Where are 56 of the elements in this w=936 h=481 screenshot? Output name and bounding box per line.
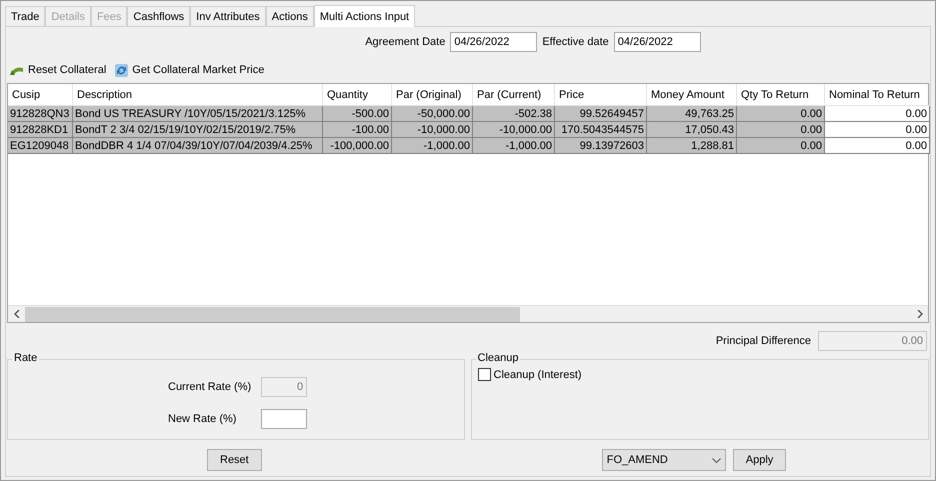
date-field[interactable]: 04/26/2022 xyxy=(450,32,538,52)
table-cell: -500.00 xyxy=(323,106,392,122)
checkbox-label: Cleanup (Interest) xyxy=(494,368,582,380)
table-cell[interactable]: 0.00 xyxy=(825,106,930,122)
table-cell: 1,288.81 xyxy=(647,138,737,154)
tab[interactable]: Inv Attributes xyxy=(190,6,266,26)
table-cell: -1,000.00 xyxy=(473,138,555,154)
current-rate-label: Current Rate (%) xyxy=(168,381,252,393)
date-field[interactable]: 04/26/2022 xyxy=(614,32,701,52)
table-cell: 17,050.43 xyxy=(647,122,737,138)
reset-button[interactable]: Reset xyxy=(207,449,262,471)
table-cell: -10,000.00 xyxy=(392,122,473,138)
table-cell: EG1209048 xyxy=(8,138,73,154)
table-cell: -502.38 xyxy=(473,106,555,122)
date-label: Agreement Date xyxy=(365,36,446,48)
table-cell: -100,000.00 xyxy=(323,138,392,154)
table-cell: -10,000.00 xyxy=(473,122,555,138)
table-cell: -1,000.00 xyxy=(392,138,473,154)
table-cell: 912828KD1 xyxy=(8,122,73,138)
tab[interactable]: Cashflows xyxy=(127,6,190,26)
group-title: Cleanup xyxy=(476,352,520,364)
tab[interactable]: Actions xyxy=(266,6,314,26)
table-cell: Bond US TREASURY /10Y/05/15/2021/3.125% xyxy=(73,106,323,122)
new-rate-label: New Rate (%) xyxy=(168,413,238,425)
refresh-icon xyxy=(114,62,130,78)
table-cell: -50,000.00 xyxy=(392,106,473,122)
table-cell: 99.13972603 xyxy=(555,138,647,154)
current-rate-field: 0 xyxy=(261,377,308,397)
table-cell: 0.00 xyxy=(737,106,825,122)
checkbox[interactable] xyxy=(478,368,490,381)
table-cell: BondDBR 4 1/4 07/04/39/10Y/07/04/2039/4.25% xyxy=(73,138,323,154)
table-cell: 170.5043544575 xyxy=(555,122,647,138)
table-cell: 0.00 xyxy=(737,138,825,154)
tab[interactable]: Trade xyxy=(5,6,46,26)
scroll-right-icon[interactable] xyxy=(916,310,922,318)
new-rate-field[interactable] xyxy=(261,409,308,429)
tab[interactable]: Multi Actions Input xyxy=(314,5,416,27)
toolbar-button[interactable]: Get Collateral Market Price xyxy=(114,62,264,78)
date-label: Effective date xyxy=(542,36,609,48)
principal-difference-field: 0.00 xyxy=(818,331,927,351)
table-cell: BondT 2 3/4 02/15/19/10Y/02/15/2019/2.75% xyxy=(73,122,323,138)
horizontal-scrollbar[interactable] xyxy=(8,305,928,322)
group-title: Rate xyxy=(12,352,40,364)
action-dropdown[interactable]: FO_AMEND xyxy=(602,449,726,471)
chevron-down-icon xyxy=(712,458,721,462)
table-cell[interactable]: 0.00 xyxy=(825,138,930,154)
table-cell: 0.00 xyxy=(737,122,825,138)
table-cell: 912828QN3 xyxy=(8,106,73,122)
table-cell: 49,763.25 xyxy=(647,106,737,122)
table-cell[interactable]: 0.00 xyxy=(825,122,930,138)
table-cell: 99.52649457 xyxy=(555,106,647,122)
apply-button[interactable]: Apply xyxy=(732,449,786,471)
scroll-left-icon[interactable] xyxy=(14,310,20,318)
toolbar-button[interactable]: Reset Collateral xyxy=(9,64,106,76)
principal-difference-label: Principal Difference xyxy=(716,335,811,347)
table-cell: -100.00 xyxy=(323,122,392,138)
